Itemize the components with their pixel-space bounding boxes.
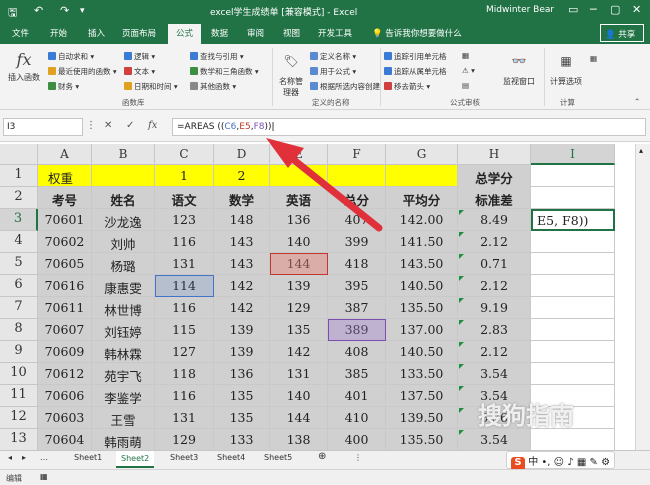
ime-punct-icon: •, bbox=[541, 457, 551, 468]
sheet-nav-prev-icon[interactable]: ◂ bbox=[8, 453, 12, 462]
ime-mode: 中 bbox=[528, 457, 539, 468]
sheet-nav-next-icon[interactable]: ▸ bbox=[22, 453, 26, 462]
sheet-tab-sheet1[interactable]: Sheet1 bbox=[74, 453, 102, 462]
mic-icon: ♪ bbox=[567, 457, 574, 468]
sheet-tab-sheet2[interactable]: Sheet2 bbox=[116, 451, 155, 468]
sheet-more-icon[interactable]: ⋮ bbox=[354, 453, 362, 462]
status-mode: 编辑 bbox=[6, 474, 22, 483]
tools-icon: ⚙ bbox=[601, 457, 611, 468]
sheet-tab-sheet5[interactable]: Sheet5 bbox=[264, 453, 292, 462]
sheet-nav-more-icon[interactable]: … bbox=[40, 453, 48, 462]
cell-mode-icon: ▦ bbox=[40, 472, 48, 481]
status-bar: 编辑 ▦ bbox=[0, 469, 650, 485]
input-method-toolbar[interactable]: S 中 •, ☺ ♪ ▦ ✎ ⚙ bbox=[506, 451, 616, 471]
annotation-arrow bbox=[266, 138, 383, 232]
sheet-tab-sheet4[interactable]: Sheet4 bbox=[217, 453, 245, 462]
emoji-icon: ☺ bbox=[553, 457, 565, 468]
skin-icon: ✎ bbox=[589, 457, 598, 468]
add-sheet-icon[interactable]: ⊕ bbox=[318, 451, 326, 462]
keyboard-icon: ▦ bbox=[576, 457, 587, 468]
sheet-tab-sheet3[interactable]: Sheet3 bbox=[170, 453, 198, 462]
